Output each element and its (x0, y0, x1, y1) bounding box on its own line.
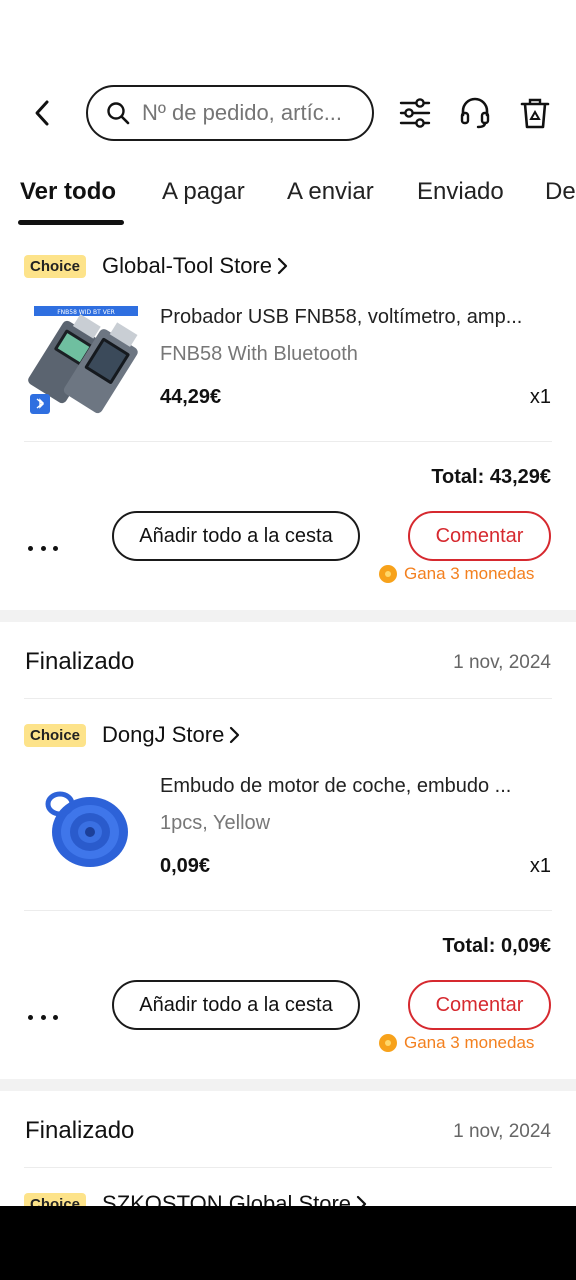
recycle-bin-button[interactable] (518, 96, 552, 130)
back-button[interactable] (26, 96, 58, 130)
order-status: Finalizado (25, 1117, 135, 1144)
order-date: 1 nov, 2024 (453, 652, 551, 673)
tab-enviado[interactable]: Enviado (417, 178, 504, 206)
comment-button[interactable]: Comentar (408, 511, 551, 561)
search-icon (107, 102, 130, 125)
header (0, 84, 576, 144)
divider (24, 441, 552, 442)
tab-a-pagar[interactable]: A pagar (162, 178, 245, 206)
coins-text: Gana 3 monedas (404, 1033, 535, 1052)
product-title[interactable]: Embudo de motor de coche, embudo ... (160, 775, 552, 798)
store-name: SZKOSTON Global Store (102, 1191, 352, 1206)
order-tabs: Ver todo A pagar A enviar Enviado De (0, 170, 576, 230)
choice-badge: Choice (24, 723, 87, 747)
filter-sliders-icon (399, 98, 431, 128)
product-title[interactable]: Probador USB FNB58, voltímetro, amp... (160, 306, 552, 329)
choice-badge: Choice (24, 1192, 87, 1206)
add-all-to-cart-button[interactable]: Añadir todo a la cesta (112, 980, 360, 1030)
store-row[interactable]: Choice Global-Tool Store (24, 249, 288, 283)
active-tab-indicator (18, 220, 124, 225)
store-row[interactable]: Choice SZKOSTON Global Store (24, 1187, 367, 1206)
trash-icon (520, 98, 550, 129)
tab-a-enviar[interactable]: A enviar (287, 178, 374, 206)
order-status: Finalizado (25, 648, 135, 675)
coins-reward: Gana 3 monedas (379, 562, 534, 586)
section-separator (0, 1079, 576, 1091)
product-variant: 1pcs, Yellow (160, 812, 271, 834)
chevron-right-icon (355, 1195, 367, 1206)
search-bar[interactable] (86, 85, 374, 141)
coin-icon (379, 1034, 397, 1052)
support-button[interactable] (458, 96, 492, 130)
order-total: Total: 0,09€ (442, 935, 551, 957)
add-all-to-cart-button[interactable]: Añadir todo a la cesta (112, 511, 360, 561)
order-date: 1 nov, 2024 (453, 1121, 551, 1142)
store-row[interactable]: Choice DongJ Store (24, 718, 240, 752)
divider (24, 698, 552, 699)
product-price: 44,29€ (160, 386, 222, 408)
tab-de[interactable]: De (545, 178, 576, 206)
section-separator (0, 610, 576, 622)
product-quantity: x1 (529, 386, 551, 408)
tab-ver-todo[interactable]: Ver todo (20, 178, 116, 206)
divider (24, 1167, 552, 1168)
product-price: 0,09€ (160, 855, 211, 877)
chevron-left-icon (35, 100, 49, 126)
product-quantity: x1 (529, 855, 551, 877)
product-image-funnel[interactable] (24, 768, 146, 890)
system-navigation-bar (0, 1206, 576, 1280)
product-variant: FNB58 With Bluetooth (160, 343, 358, 365)
choice-badge: Choice (24, 254, 87, 278)
filter-button[interactable] (398, 96, 432, 130)
more-options-button[interactable] (28, 538, 58, 558)
chevron-right-icon (228, 726, 240, 744)
coins-text: Gana 3 monedas (404, 564, 535, 583)
order-total: Total: 43,29€ (431, 466, 551, 488)
coin-icon (379, 565, 397, 583)
search-input[interactable] (142, 100, 358, 126)
coins-reward: Gana 3 monedas (379, 1031, 534, 1055)
headset-icon (460, 97, 490, 129)
store-name: DongJ Store (102, 722, 225, 747)
divider (24, 910, 552, 911)
store-name: Global-Tool Store (102, 253, 272, 278)
chevron-right-icon (276, 257, 288, 275)
comment-button[interactable]: Comentar (408, 980, 551, 1030)
product-image-usb-tester[interactable]: FNB58 WID BT VER (24, 300, 146, 422)
svg-text:FNB58 WID BT VER: FNB58 WID BT VER (57, 309, 115, 316)
more-options-button[interactable] (28, 1007, 58, 1027)
orders-screen: Ver todo A pagar A enviar Enviado De Cho… (0, 0, 576, 1206)
